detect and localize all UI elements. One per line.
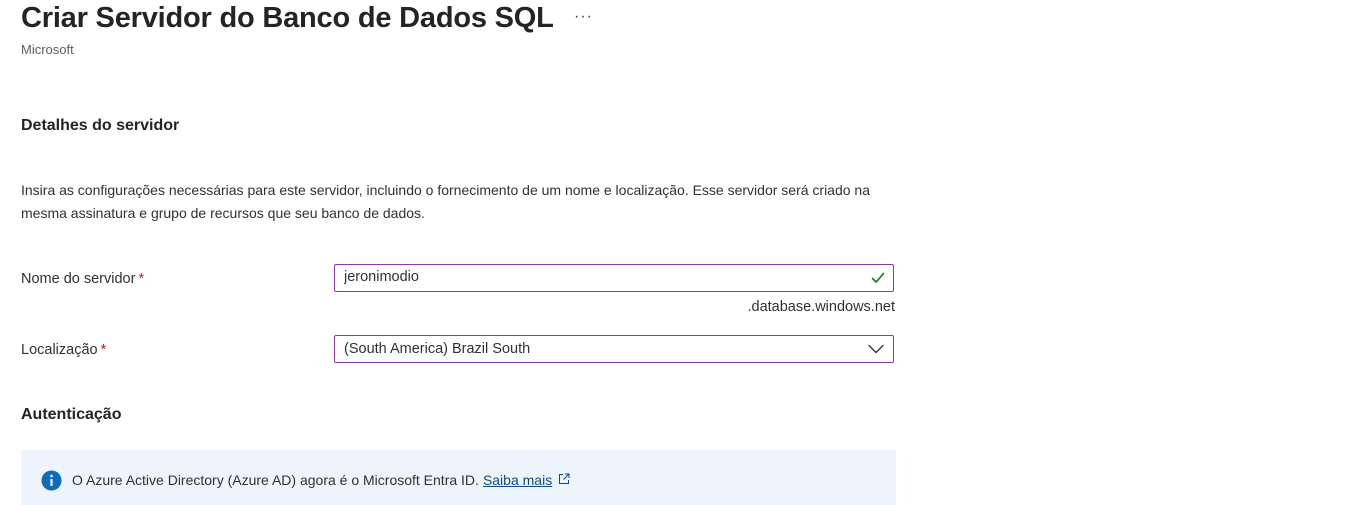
page-title: Criar Servidor do Banco de Dados SQL — [21, 2, 554, 34]
checkmark-icon — [871, 272, 885, 283]
info-message: O Azure Active Directory (Azure AD) agor… — [72, 472, 570, 488]
info-message-text: O Azure Active Directory (Azure AD) agor… — [72, 472, 479, 488]
required-marker: * — [100, 342, 107, 358]
authentication-heading: Autenticação — [21, 406, 122, 423]
info-message-bar: O Azure Active Directory (Azure AD) agor… — [21, 450, 896, 505]
server-name-input[interactable] — [344, 269, 844, 285]
more-options-button[interactable]: ··· — [574, 8, 593, 26]
server-details-description: Insira as configurações necessárias para… — [21, 182, 870, 221]
server-name-field[interactable] — [334, 264, 894, 292]
external-link-icon[interactable] — [558, 473, 570, 485]
location-dropdown[interactable]: (South America) Brazil South — [334, 335, 894, 363]
info-icon — [41, 470, 62, 491]
location-selected-value: (South America) Brazil South — [344, 341, 531, 357]
chevron-down-icon — [868, 344, 884, 354]
location-label: Localização * — [21, 342, 106, 358]
server-domain-suffix: .database.windows.net — [747, 299, 895, 315]
learn-more-link[interactable]: Saiba mais — [483, 472, 552, 488]
server-details-heading: Detalhes do servidor — [21, 117, 180, 134]
location-label-text: Localização — [21, 342, 98, 358]
required-marker: * — [138, 271, 145, 287]
create-sql-server-page: Criar Servidor do Banco de Dados SQL ···… — [0, 0, 1365, 505]
server-name-label-text: Nome do servidor — [21, 271, 136, 287]
publisher-label: Microsoft — [21, 42, 74, 57]
server-name-label: Nome do servidor * — [21, 271, 144, 287]
